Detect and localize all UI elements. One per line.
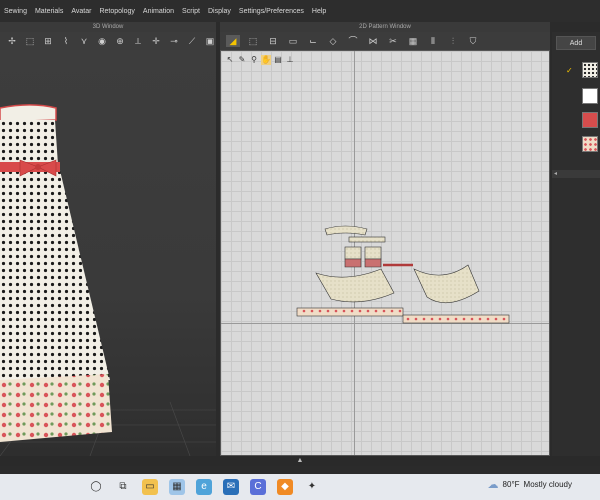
- menu-retopology[interactable]: Retopology: [99, 8, 134, 15]
- expand-up-icon[interactable]: ▲: [297, 457, 304, 464]
- internal-line-icon[interactable]: ⌙: [306, 35, 320, 47]
- hem-band-back[interactable]: [402, 314, 510, 324]
- 3d-toolbar: ✢ ⬚ ⊞ ⌇ ⋎ ◉ ⊕ ⟂ ✛ ⊸ ⟋ ▣: [0, 32, 216, 50]
- fabric-swatch-polka[interactable]: [582, 62, 598, 78]
- task-view-icon[interactable]: ⧉: [115, 479, 131, 495]
- fabric-swatch-red[interactable]: [582, 112, 598, 128]
- app-icon[interactable]: C: [250, 479, 266, 495]
- polygon-icon[interactable]: ▭: [286, 35, 300, 47]
- 2d-pattern-canvas[interactable]: ↖ ✎ ⚲ ✋ ▤ ⊥: [220, 50, 550, 456]
- hem-band-front[interactable]: [296, 307, 404, 317]
- file-explorer-icon[interactable]: ▭: [142, 479, 158, 495]
- measure-icon[interactable]: ⟂: [132, 35, 144, 47]
- skirt-front-piece[interactable]: [315, 268, 395, 303]
- 3d-window-title: 3D Window: [92, 24, 124, 30]
- 3d-scene: [0, 104, 216, 456]
- shirt-icon[interactable]: ⛉: [466, 35, 480, 47]
- texture-icon[interactable]: ▦: [406, 35, 420, 47]
- trim-icon[interactable]: ✂: [386, 35, 400, 47]
- move-icon[interactable]: ✢: [6, 35, 18, 47]
- 3d-window-titlebar: 3D Window: [0, 22, 216, 32]
- selected-check-icon: ✓: [566, 66, 573, 75]
- menu-help[interactable]: Help: [312, 8, 326, 15]
- fabric-swatch-white[interactable]: [582, 88, 598, 104]
- dress-model[interactable]: [0, 104, 112, 442]
- menu-bar: Sewing Materials Avatar Retopology Anima…: [0, 0, 600, 22]
- weather-condition: Mostly cloudy: [523, 480, 572, 489]
- frame-icon[interactable]: ▣: [204, 35, 216, 47]
- tape-icon[interactable]: ⊸: [168, 35, 180, 47]
- menu-display[interactable]: Display: [208, 8, 231, 15]
- sidebar-divider: ◂: [552, 170, 600, 178]
- edit-pattern-icon[interactable]: ◢: [226, 35, 240, 47]
- temperature: 80°F: [502, 480, 520, 489]
- clo-app-icon[interactable]: ◆: [277, 479, 293, 495]
- menu-script[interactable]: Script: [182, 8, 200, 15]
- browser-icon[interactable]: ✦: [304, 479, 320, 495]
- bodice-pieces[interactable]: [324, 225, 386, 268]
- sew-icon[interactable]: ⌒: [346, 35, 360, 47]
- transform-icon[interactable]: ✛: [150, 35, 162, 47]
- edit-point-icon[interactable]: ⊟: [266, 35, 280, 47]
- edge-icon[interactable]: e: [196, 479, 212, 495]
- button-icon[interactable]: ⊕: [114, 35, 126, 47]
- menu-sewing[interactable]: Sewing: [4, 8, 27, 15]
- sphere-icon[interactable]: ◉: [96, 35, 108, 47]
- pleat-icon[interactable]: ⫶: [446, 35, 460, 47]
- transform-pattern-icon[interactable]: ⬚: [246, 35, 260, 47]
- weather-widget[interactable]: ☁ 80°F Mostly cloudy: [488, 478, 572, 491]
- menu-animation[interactable]: Animation: [143, 8, 174, 15]
- menu-materials[interactable]: Materials: [35, 8, 63, 15]
- collapse-arrow-icon[interactable]: ◂: [554, 170, 557, 177]
- arrange-icon[interactable]: ⊞: [42, 35, 54, 47]
- pin-icon[interactable]: ⌇: [60, 35, 72, 47]
- fabric-sidebar: Add ✓ ◂: [552, 32, 600, 456]
- fold-icon[interactable]: ⋎: [78, 35, 90, 47]
- bottom-expand-bar[interactable]: ▲: [0, 456, 600, 466]
- select-icon[interactable]: ⬚: [24, 35, 36, 47]
- 2d-window-titlebar: 2D Pattern Window: [220, 22, 550, 32]
- fold-line-icon[interactable]: ⋈: [366, 35, 380, 47]
- menu-settings[interactable]: Settings/Preferences: [239, 8, 304, 15]
- 2d-toolbar: ◢ ⬚ ⊟ ▭ ⌙ ◇ ⌒ ⋈ ✂ ▦ ⦀ ⫶ ⛉: [220, 32, 550, 50]
- skirt-back-piece[interactable]: [413, 264, 480, 304]
- search-icon[interactable]: ◯: [88, 479, 104, 495]
- add-fabric-button[interactable]: Add: [556, 36, 596, 50]
- pattern-pieces: [296, 225, 510, 324]
- fabric-swatch-floral[interactable]: [582, 136, 598, 152]
- mail-icon[interactable]: ✉: [223, 479, 239, 495]
- dart-icon[interactable]: ◇: [326, 35, 340, 47]
- seam-icon[interactable]: ⦀: [426, 35, 440, 47]
- brush-icon[interactable]: ⟋: [186, 35, 198, 47]
- 3d-viewport[interactable]: [0, 50, 216, 456]
- cloud-icon: ☁: [487, 479, 499, 491]
- store-icon[interactable]: ▦: [169, 479, 185, 495]
- menu-avatar[interactable]: Avatar: [71, 8, 91, 15]
- 2d-window-title: 2D Pattern Window: [359, 24, 411, 30]
